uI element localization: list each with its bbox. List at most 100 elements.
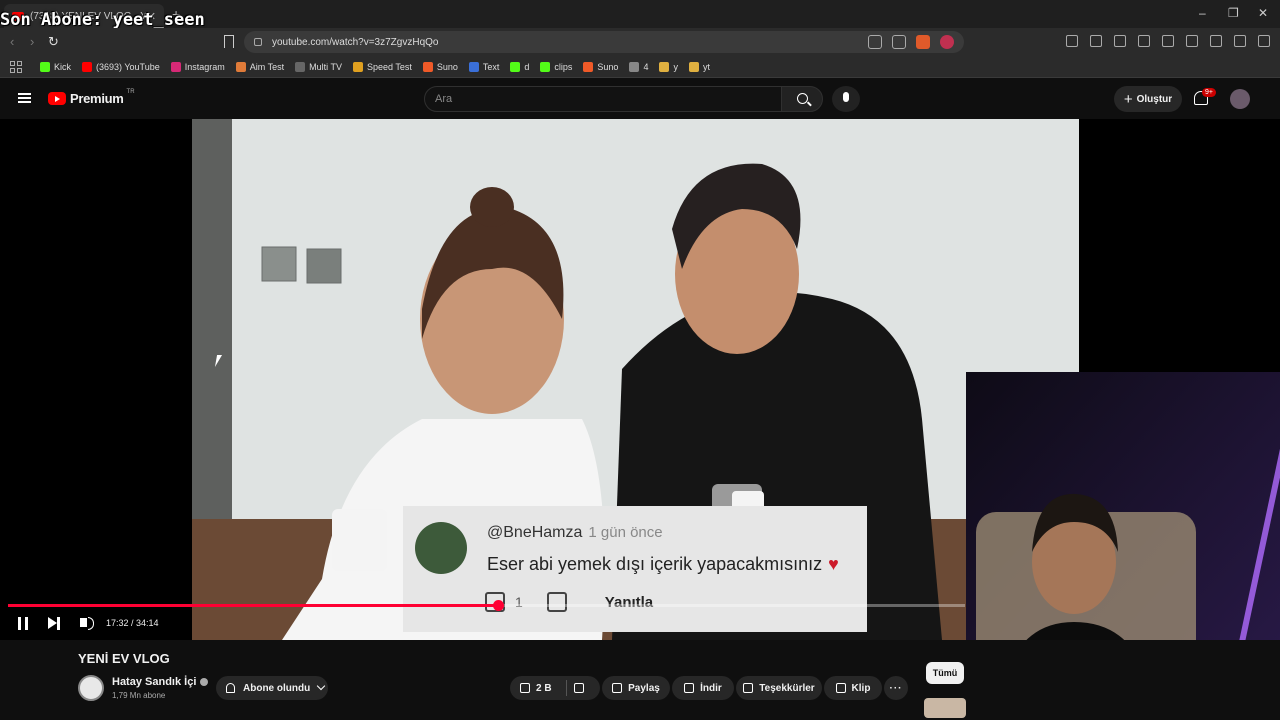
channel-name[interactable]: Hatay Sandık İçi	[112, 676, 196, 688]
extension-translate-icon[interactable]	[1066, 35, 1078, 47]
player-controls: 17:32 / 34:14	[0, 609, 965, 639]
clip-button[interactable]: Klip	[824, 676, 882, 700]
filter-chip-all[interactable]: Tümü	[926, 662, 964, 684]
like-divider	[566, 680, 567, 696]
bookmarks-bar: Kick (3693) YouTube Instagram Aim Test Multi…	[0, 56, 1280, 78]
plus-icon: +	[1123, 90, 1133, 108]
address-bar[interactable]: youtube.com/watch?v=3z7ZgvzHqQo	[244, 31, 964, 53]
bookmark-favicon-icon	[468, 61, 479, 72]
cast-icon[interactable]	[868, 35, 882, 49]
subscribed-button[interactable]: Abone olundu	[216, 676, 328, 700]
close-window-button[interactable]: ✕	[1258, 6, 1268, 20]
voice-search-icon[interactable]	[832, 86, 860, 112]
bookmark-favicon-icon	[235, 61, 246, 72]
share-button[interactable]: Paylaş	[602, 676, 670, 700]
restore-button[interactable]: ❐	[1228, 6, 1239, 20]
bookmark-item[interactable]: Text	[468, 61, 500, 72]
download-label: İndir	[700, 682, 722, 694]
sidebar-icon[interactable]	[1186, 35, 1198, 47]
chevron-down-icon	[316, 681, 326, 691]
bookmark-label: Text	[482, 61, 500, 72]
comment-reply-label: Yanıtla	[604, 593, 654, 611]
bookmark-item[interactable]: Speed Test	[352, 61, 412, 72]
media-icon[interactable]	[1162, 35, 1174, 47]
share-icon	[612, 683, 623, 693]
site-info-icon[interactable]	[254, 38, 262, 46]
bookmark-item[interactable]: yt	[688, 61, 710, 72]
bookmark-favicon-icon	[629, 61, 640, 72]
pause-icon[interactable]	[18, 617, 28, 630]
comment-like-count: 1	[515, 594, 523, 610]
next-video-icon[interactable]	[48, 616, 60, 630]
brave-rewards-icon[interactable]	[940, 35, 954, 49]
progress-played	[8, 604, 498, 607]
bookmark-favicon-icon	[40, 61, 50, 72]
bookmark-item[interactable]: Multi TV	[295, 61, 342, 72]
bookmark-label: d	[524, 61, 530, 72]
video-info-section: YENİ EV VLOG Hatay Sandık İçi 1,79 Mn ab…	[0, 640, 1280, 720]
channel-name-row[interactable]: Hatay Sandık İçi	[112, 676, 209, 688]
apps-grid-icon[interactable]	[10, 60, 22, 73]
bookmark-item[interactable]: Kick	[40, 61, 71, 72]
bookmark-item[interactable]: 4	[629, 61, 649, 72]
account-avatar[interactable]	[1230, 89, 1250, 109]
bookmark-label: Suno	[436, 61, 458, 72]
search-button[interactable]	[781, 86, 823, 112]
search-input[interactable]: Ara	[424, 86, 782, 112]
bookmark-label: 4	[643, 61, 649, 72]
screen: (7318) YENİ EV VLOG - YouTube ✕ + – ❐ ✕ …	[0, 0, 1280, 720]
progress-bar[interactable]	[8, 600, 965, 611]
bookmark-item[interactable]: Suno	[422, 61, 458, 72]
bookmark-favicon-icon	[659, 61, 670, 72]
bookmark-favicon-icon	[170, 61, 181, 72]
download-button[interactable]: İndir	[672, 676, 734, 700]
bookmark-item[interactable]: Instagram	[170, 61, 225, 72]
wallet-icon[interactable]	[1210, 35, 1222, 47]
youtube-premium-logo[interactable]: Premium TR	[48, 89, 135, 106]
video-title: YENİ EV VLOG	[78, 651, 170, 666]
bookmark-label: Aim Test	[249, 61, 285, 72]
bookmark-favicon-icon	[295, 61, 306, 72]
bookmark-item[interactable]: Aim Test	[235, 61, 285, 72]
bookmark-item[interactable]: y	[659, 61, 678, 72]
minimize-button[interactable]: –	[1199, 6, 1206, 20]
volume-icon[interactable]	[80, 617, 94, 630]
comment-time: 1 gün önce	[588, 524, 663, 541]
notification-badge: 9+	[1202, 88, 1216, 97]
comment-header: @BneHamza 1 gün önce	[487, 524, 663, 542]
brave-shields-icon[interactable]	[916, 35, 930, 49]
search-placeholder: Ara	[435, 93, 453, 105]
hamburger-menu-icon[interactable]	[18, 93, 31, 103]
reload-icon[interactable]: ↻	[48, 34, 59, 50]
bookmark-label: Suno	[597, 61, 619, 72]
verified-icon	[200, 678, 209, 687]
tab-search-icon[interactable]	[1114, 35, 1126, 47]
time-display: 17:32 / 34:14	[106, 618, 159, 628]
forward-icon[interactable]: ›	[30, 34, 34, 49]
bookmark-label: (3693) YouTube	[96, 61, 160, 72]
youtube-play-logo-icon	[48, 92, 66, 105]
channel-avatar[interactable]	[78, 675, 104, 701]
download-arrow-icon	[684, 683, 695, 693]
create-button[interactable]: + Oluştur	[1114, 86, 1182, 112]
leo-ai-icon[interactable]	[1234, 35, 1246, 47]
more-actions-button[interactable]: ···	[884, 676, 908, 700]
download-icon[interactable]	[1138, 35, 1150, 47]
bookmark-item[interactable]: clips	[540, 61, 573, 72]
extensions-icon[interactable]	[1090, 35, 1102, 47]
url-text: youtube.com/watch?v=3z7ZgvzHqQo	[272, 36, 439, 48]
bookmark-page-icon[interactable]	[224, 35, 234, 48]
share-page-icon[interactable]	[892, 35, 906, 49]
thumbs-down-icon[interactable]	[574, 683, 584, 693]
bookmark-label: clips	[554, 61, 573, 72]
bookmark-item[interactable]: Suno	[583, 61, 619, 72]
vpn-icon[interactable]	[1258, 35, 1270, 47]
subscribed-label: Abone olundu	[243, 682, 311, 694]
like-button[interactable]: 2 B	[510, 676, 600, 700]
back-icon[interactable]: ‹	[10, 34, 14, 49]
bookmark-item[interactable]: (3693) YouTube	[82, 61, 160, 72]
recommended-video-thumbnail[interactable]	[924, 698, 966, 718]
bookmark-favicon-icon	[688, 61, 699, 72]
thanks-button[interactable]: Teşekkürler	[736, 676, 822, 700]
bookmark-item[interactable]: d	[510, 61, 530, 72]
